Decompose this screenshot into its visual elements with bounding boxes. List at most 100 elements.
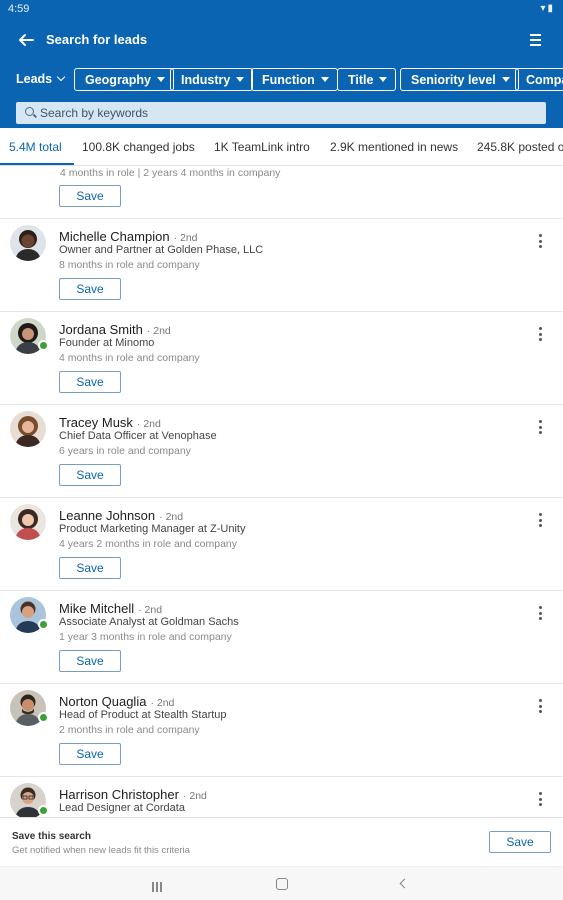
back-button[interactable] (14, 28, 38, 52)
more-vertical-icon (536, 420, 544, 434)
tab-changed-jobs[interactable]: 100.8K changed jobs (82, 140, 195, 154)
lead-name[interactable]: Leanne Johnson2nd (59, 508, 183, 523)
more-options-button[interactable] (536, 234, 544, 252)
list-item[interactable]: Norton Quaglia2nd Head of Product at Ste… (0, 684, 563, 777)
status-bar: 4:59 ▾▮ (0, 0, 563, 20)
list-item[interactable]: Tracey Musk 2nd Chief Data Officer at Ven… (0, 405, 563, 498)
more-vertical-icon (536, 513, 544, 527)
leads-dropdown[interactable]: Leads (16, 72, 66, 86)
filter-chip-function[interactable]: Function (251, 68, 338, 91)
tab-posted[interactable]: 245.8K posted o (477, 140, 563, 154)
list-item[interactable]: Leanne Johnson2nd Product Marketing Mana… (0, 498, 563, 591)
filter-chip-geography[interactable]: Geography (74, 68, 174, 91)
leads-dropdown-label: Leads (16, 72, 53, 86)
lead-name[interactable]: Mike Mitchell2nd (59, 601, 162, 616)
save-lead-button[interactable]: Save (59, 371, 121, 393)
list-item[interactable]: Mike Mitchell2nd Associate Analyst at Go… (0, 591, 563, 684)
lead-name[interactable]: Michelle Champion 2nd (59, 229, 198, 244)
lead-title: Associate Analyst at Goldman Sachs (59, 616, 239, 628)
lead-name[interactable]: Jordana Smith 2nd (59, 322, 171, 337)
more-options-button[interactable] (536, 420, 544, 438)
filter-chip-label: Seniority level (411, 73, 496, 87)
more-vertical-icon (536, 792, 544, 806)
tabs-row: 5.4M total 100.8K changed jobs 1K TeamLi… (0, 128, 563, 166)
lead-title: Head of Product at Stealth Startup (59, 709, 227, 721)
filter-chip-industry[interactable]: Industry (170, 68, 254, 91)
more-options-button[interactable] (536, 606, 544, 624)
lead-name[interactable]: Norton Quaglia2nd (59, 694, 174, 709)
save-lead-button[interactable]: Save (59, 650, 121, 672)
caret-down-icon (379, 77, 388, 82)
filter-chip-label: Compa (526, 73, 563, 87)
search-input[interactable] (40, 104, 530, 122)
menu-button[interactable] (525, 30, 545, 50)
more-options-button[interactable] (536, 327, 544, 345)
filter-chip-label: Function (262, 73, 315, 87)
system-nav-bar (0, 866, 563, 900)
chevron-down-icon (56, 72, 66, 82)
lead-name[interactable]: Harrison Christopher 2nd (59, 787, 207, 802)
avatar[interactable] (10, 690, 49, 726)
lead-title: Owner and Partner at Golden Phase, LLC (59, 244, 264, 256)
avatar[interactable] (10, 225, 46, 261)
list-item[interactable]: Harrison Christopher 2nd Lead Designer at… (0, 777, 563, 817)
search-icon (25, 107, 34, 116)
lead-title: Lead Designer at Cordata (59, 802, 185, 814)
save-search-button[interactable]: Save (489, 831, 551, 853)
header: 4:59 ▾▮ Search for leads Leads Geography… (0, 0, 563, 128)
lead-tenure: 4 months in role and company (59, 352, 200, 364)
tab-total[interactable]: 5.4M total (9, 140, 62, 154)
list-item[interactable]: Michelle Champion 2nd Owner and Partner a… (0, 219, 563, 312)
more-vertical-icon (536, 327, 544, 341)
avatar[interactable] (10, 783, 49, 817)
online-status-indicator (38, 712, 49, 723)
lead-list[interactable]: 4 months in role | 2 years 4 months in c… (0, 166, 563, 817)
save-lead-button[interactable]: Save (59, 278, 121, 300)
app-bar: Search for leads (0, 24, 563, 56)
connection-degree: 2nd (147, 325, 171, 337)
filter-chip-title[interactable]: Title (337, 68, 397, 91)
status-time: 4:59 (8, 3, 30, 15)
lead-name-text: Tracey Musk (59, 415, 133, 430)
save-lead-button[interactable]: Save (59, 464, 121, 486)
nav-back-icon[interactable] (399, 878, 410, 889)
menu-icon (525, 34, 545, 46)
tab-teamlink-intro[interactable]: 1K TeamLink intro (214, 140, 310, 154)
lead-name-text: Michelle Champion (59, 229, 170, 244)
lead-tenure: 4 months in role | 2 years 4 months in c… (60, 167, 281, 179)
more-options-button[interactable] (536, 792, 544, 810)
lead-name-text: Mike Mitchell (59, 601, 135, 616)
online-status-indicator (38, 619, 49, 630)
avatar[interactable] (10, 318, 49, 354)
caret-down-icon (501, 77, 510, 82)
tab-mentioned-in-news[interactable]: 2.9K mentioned in news (330, 140, 458, 154)
avatar-image (10, 225, 46, 261)
online-status-indicator (38, 805, 49, 816)
filter-chip-seniority-level[interactable]: Seniority level (400, 68, 519, 91)
list-item[interactable]: 4 months in role | 2 years 4 months in c… (0, 166, 563, 219)
more-options-button[interactable] (536, 699, 544, 717)
more-options-button[interactable] (536, 513, 544, 531)
connection-degree: 2nd (138, 604, 162, 616)
save-lead-button[interactable]: Save (59, 743, 121, 765)
nav-home-icon[interactable] (276, 878, 288, 890)
online-status-indicator (38, 340, 49, 351)
avatar-image (10, 411, 46, 447)
filter-chip-company[interactable]: Compa (515, 68, 563, 91)
lead-tenure: 2 months in role and company (59, 724, 200, 736)
filter-chip-label: Geography (85, 73, 151, 87)
save-lead-button[interactable]: Save (59, 557, 121, 579)
avatar[interactable] (10, 597, 49, 633)
lead-tenure: 1 year 3 months in role and company (59, 631, 232, 643)
connection-degree: 2nd (137, 418, 161, 430)
list-item[interactable]: Jordana Smith 2nd Founder at Minomo 4 mon… (0, 312, 563, 405)
save-search-bar: Save this search Get notified when new l… (0, 817, 563, 866)
nav-recents-icon[interactable] (152, 879, 164, 892)
lead-title: Product Marketing Manager at Z-Unity (59, 523, 246, 535)
avatar[interactable] (10, 504, 46, 540)
save-lead-button[interactable]: Save (59, 185, 121, 207)
avatar[interactable] (10, 411, 46, 447)
lead-name[interactable]: Tracey Musk 2nd (59, 415, 161, 430)
lead-name-text: Leanne Johnson (59, 508, 156, 523)
back-arrow-icon (19, 34, 34, 46)
